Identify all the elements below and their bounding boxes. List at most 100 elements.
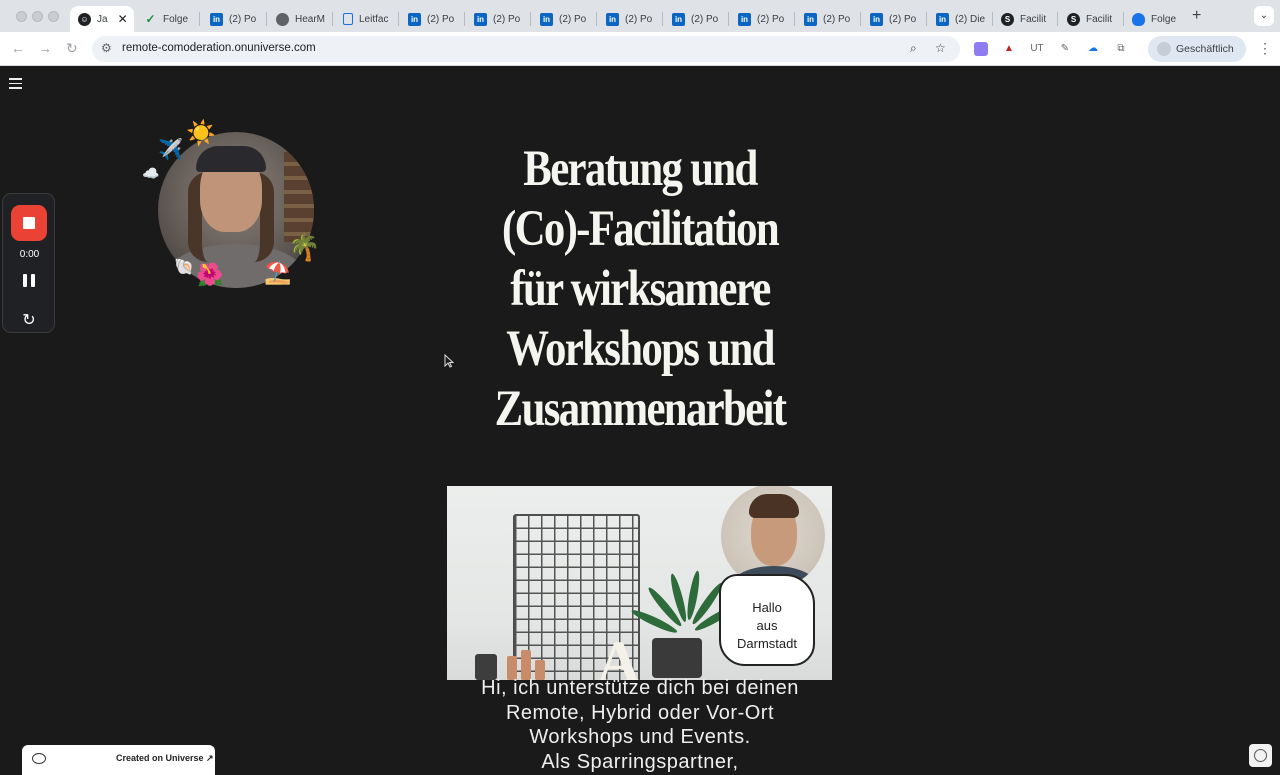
reload-icon[interactable]: ↻ [66,40,78,57]
cloud-icon [1132,12,1145,26]
tab[interactable]: in (2) Po [540,6,592,32]
linkedin-icon: in [936,12,949,26]
tab-separator [794,12,795,26]
tab-separator [926,12,927,26]
tab-active[interactable]: ☺ Ja ✕ [70,6,134,32]
palm-tree-icon: 🌴 [288,232,321,262]
intro-video[interactable]: A Hallo aus Darmstadt [447,486,832,680]
tab[interactable]: S Facilit [1001,6,1053,32]
tab[interactable]: in (2) Po [738,6,790,32]
linkedin-icon: in [738,12,751,26]
speaker-portrait [721,486,825,588]
window-close-button[interactable] [16,11,27,22]
back-arrow-icon[interactable]: ← [11,40,25,56]
flower-icon: 🌺 [196,262,224,287]
speech-bubble: Hallo aus Darmstadt [719,574,815,666]
address-bar[interactable]: ⚙ remote-comoderation.onuniverse.com ⌕ ☆ [92,36,960,62]
linkedin-icon: in [606,12,619,26]
globe-icon [276,12,289,26]
chevron-down-icon: ⌄ [1259,10,1269,21]
recording-controls: 0:00 ↻ [2,193,55,333]
tab[interactable]: in (2) Po [672,6,724,32]
tab-separator [860,12,861,26]
tab-separator [464,12,465,26]
tab-separator [266,12,267,26]
badge-label: Created on Universe ↗ [116,753,214,763]
tab-label: (2) Po [427,13,455,25]
profile-label: Geschäftlich [1176,43,1234,55]
title-line: (Co)-Facilitation [501,201,780,257]
tab-separator [1057,12,1058,26]
tab[interactable]: Leitfac [343,6,395,32]
tab-label: Facilit [1086,13,1113,25]
page-title: Beratung und (Co)-Facilitation für wirks… [472,139,808,439]
linkedin-icon: in [672,12,685,26]
window-zoom-button[interactable] [48,11,59,22]
tab-label: Folge [163,13,189,25]
bubble-text: aus [756,618,778,633]
tab-separator [398,12,399,26]
browser-menu-icon[interactable]: ⋮ [1258,40,1272,57]
bubble-text: Hallo [752,600,782,615]
tab-label: (2) Po [625,13,653,25]
star-icon[interactable]: ☆ [935,41,946,55]
shell-icon: 🐚 [174,259,194,276]
new-tab-button[interactable]: + [1192,7,1201,25]
extension-icon[interactable]: ▲ [1002,42,1016,56]
url-text[interactable]: remote-comoderation.onuniverse.com [122,42,316,54]
restart-icon[interactable]: ↻ [19,311,39,331]
tab-label: (2) Po [823,13,851,25]
smiley-icon: ☺ [78,12,91,26]
tab-label: Facilit [1020,13,1047,25]
bubble-text: Darmstadt [737,636,797,651]
pen-icon[interactable]: ✎ [1058,42,1072,56]
tab-label: (2) Po [757,13,785,25]
profile-button[interactable]: Geschäftlich [1148,36,1246,62]
stop-recording-button[interactable] [11,205,47,241]
tab[interactable]: in (2) Po [408,6,460,32]
extension-icon[interactable]: UT [1030,42,1044,56]
tab-strip: ☺ Ja ✕ ✓ Folge in (2) Po HearM Leitfac i… [0,0,1280,32]
cloud-icon: ☁️ [142,165,160,181]
intro-line: Als Sparringspartner, [541,750,739,773]
intro-line: Remote, Hybrid oder Vor-Ort [505,701,775,724]
tab[interactable]: in (2) Po [870,6,922,32]
recording-timer: 0:00 [19,249,40,260]
airplane-icon: ✈️ [158,139,183,161]
zoom-icon[interactable]: ⌕ [910,41,917,56]
tab[interactable]: in (2) Po [606,6,658,32]
close-tab-icon[interactable]: ✕ [118,12,128,26]
universe-corner-button[interactable] [1249,744,1272,767]
tab[interactable]: ✓ Folge [144,6,194,32]
tab-separator [728,12,729,26]
document-icon [343,13,353,25]
tab[interactable]: HearM [276,6,328,32]
intro-line: Hi, ich unterstütze dich bei deinen [481,677,799,699]
cloud-sync-icon[interactable]: ☁ [1086,42,1100,56]
tab-label: HearM [295,13,326,25]
tab[interactable]: in (2) Po [210,6,262,32]
globe-icon [1254,749,1267,762]
tab-label: (2) Po [493,13,521,25]
linkedin-icon: in [804,12,817,26]
tab[interactable]: in (2) Po [804,6,856,32]
pause-icon[interactable] [23,274,36,287]
tab-separator [596,12,597,26]
menu-icon[interactable] [9,78,22,89]
tab[interactable]: in (2) Die [936,6,986,32]
created-on-universe-badge[interactable]: Created on Universe ↗ [22,745,215,775]
tab[interactable]: in (2) Po [474,6,526,32]
tab-search-button[interactable]: ⌄ [1254,6,1274,26]
tab-separator [530,12,531,26]
s-icon: S [1001,12,1014,26]
forward-arrow-icon[interactable]: → [38,40,52,56]
title-line: Workshops und [506,321,775,377]
tab[interactable]: S Facilit [1067,6,1119,32]
site-settings-icon[interactable]: ⚙ [101,41,112,55]
web-page: ☀️ ✈️ ☁️ 🌴 ⛱️ 🌺 🐚 0:00 ↻ Beratung und (C… [0,67,1280,775]
window-minimize-button[interactable] [32,11,43,22]
puzzle-icon[interactable]: ⧉ [1114,42,1128,56]
extension-icon[interactable] [974,42,988,56]
tab[interactable]: Folge [1132,6,1182,32]
tab-label: (2) Po [691,13,719,25]
